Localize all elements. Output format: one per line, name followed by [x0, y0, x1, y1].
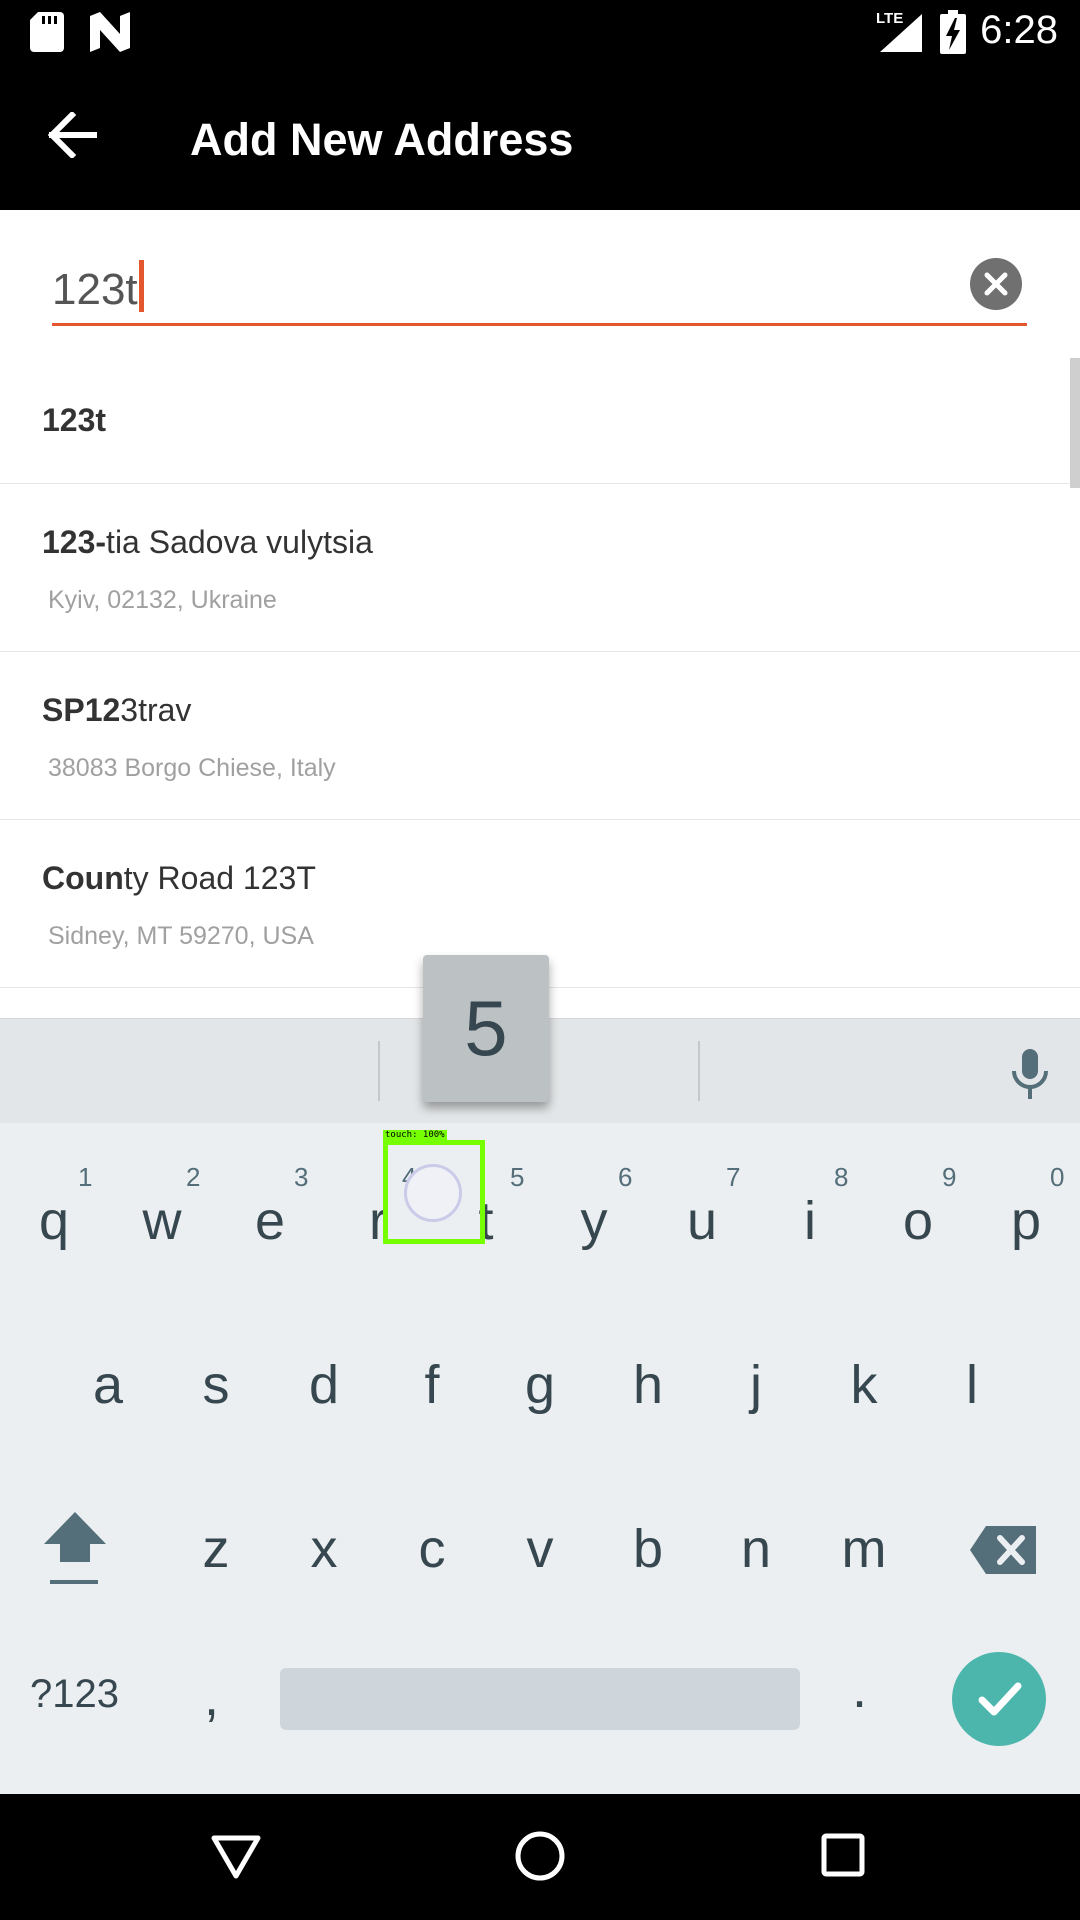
- sd-card-icon: [30, 12, 64, 52]
- search-input-value: 123t: [52, 265, 138, 314]
- key-m[interactable]: m: [824, 1518, 904, 1580]
- key-f[interactable]: f: [392, 1354, 472, 1416]
- key-n[interactable]: n: [716, 1518, 796, 1580]
- key-hint-0: 0: [1050, 1162, 1065, 1192]
- key-q[interactable]: q: [14, 1190, 94, 1252]
- comma-key[interactable]: ,: [204, 1666, 219, 1728]
- key-i[interactable]: i: [770, 1190, 850, 1252]
- touch-label: touch: 100%: [383, 1130, 447, 1142]
- arrow-left-icon[interactable]: [48, 112, 98, 158]
- key-o[interactable]: o: [878, 1190, 958, 1252]
- key-row-1: q w e r t y u i o p 1 2 3 4 5 6 7 8 9 0: [0, 1130, 1080, 1290]
- shift-key[interactable]: [34, 1506, 116, 1586]
- suggestion-primary: 123-tia Sadova vulytsia: [42, 524, 373, 560]
- key-k[interactable]: k: [824, 1354, 904, 1416]
- page-title: Add New Address: [190, 114, 574, 165]
- suggestion-row[interactable]: SP123trav 38083 Borgo Chiese, Italy: [0, 652, 1080, 820]
- clear-circle-icon: [984, 272, 1008, 296]
- suggestion-secondary: Kyiv, 02132, Ukraine: [48, 586, 277, 614]
- checkmark-icon: [978, 1682, 1022, 1716]
- n-logo-icon: [90, 12, 130, 52]
- suggestion-divider: [378, 1041, 380, 1101]
- back-triangle-icon[interactable]: [210, 1834, 262, 1880]
- suggestion-primary: 123t: [42, 402, 107, 438]
- key-hint-9: 9: [942, 1162, 957, 1192]
- key-h[interactable]: h: [608, 1354, 688, 1416]
- status-bar: LTE 6:28: [0, 0, 1080, 64]
- key-l[interactable]: l: [932, 1354, 1012, 1416]
- key-v[interactable]: v: [500, 1518, 580, 1580]
- app-bar: Add New Address: [0, 64, 1080, 210]
- suggestion-secondary: 38083 Borgo Chiese, Italy: [48, 754, 336, 782]
- key-u[interactable]: u: [662, 1190, 742, 1252]
- key-hint-1: 1: [78, 1162, 93, 1192]
- list-scrollbar[interactable]: [1070, 358, 1080, 488]
- key-a[interactable]: a: [68, 1354, 148, 1416]
- suggestion-divider: [698, 1041, 700, 1101]
- search-underline: [52, 323, 1027, 326]
- home-circle-icon[interactable]: [514, 1830, 566, 1882]
- key-e[interactable]: e: [230, 1190, 310, 1252]
- key-row-2: a s d f g h j k l: [0, 1290, 1080, 1454]
- key-hint-6: 6: [618, 1162, 633, 1192]
- suggestion-primary: SP123trav: [42, 692, 192, 728]
- key-g[interactable]: g: [500, 1354, 580, 1416]
- suggestion-primary: County Road 123T: [42, 860, 316, 896]
- key-row-3: z x c v b n m: [0, 1454, 1080, 1618]
- backspace-icon: [970, 1526, 1036, 1574]
- enter-button[interactable]: [952, 1652, 1046, 1746]
- key-s[interactable]: s: [176, 1354, 256, 1416]
- key-d[interactable]: d: [284, 1354, 364, 1416]
- key-b[interactable]: b: [608, 1518, 688, 1580]
- key-p[interactable]: p: [986, 1190, 1066, 1252]
- key-hint-3: 3: [294, 1162, 309, 1192]
- clear-search-button[interactable]: [970, 258, 1022, 310]
- suggestion-row[interactable]: 123t: [0, 350, 1080, 484]
- navigation-bar: [0, 1794, 1080, 1920]
- backspace-key[interactable]: [970, 1522, 1040, 1578]
- space-bar[interactable]: [280, 1668, 800, 1730]
- key-hint-7: 7: [726, 1162, 741, 1192]
- touch-highlight-box: [383, 1140, 485, 1244]
- key-x[interactable]: x: [284, 1518, 364, 1580]
- key-j[interactable]: j: [716, 1354, 796, 1416]
- text-caret: [138, 260, 144, 312]
- key-hint-8: 8: [834, 1162, 849, 1192]
- search-section: 123t: [0, 210, 1080, 350]
- suggestion-row[interactable]: 123-tia Sadova vulytsia Kyiv, 02132, Ukr…: [0, 484, 1080, 652]
- key-preview-popup: 5: [423, 955, 549, 1102]
- shift-arrow-icon: [44, 1512, 106, 1584]
- soft-keyboard: q w e r t y u i o p 1 2 3 4 5 6 7 8 9 0 …: [0, 1018, 1080, 1794]
- key-y[interactable]: y: [554, 1190, 634, 1252]
- address-search-input[interactable]: 123t: [52, 260, 144, 315]
- recents-square-icon[interactable]: [820, 1832, 866, 1878]
- symbols-key[interactable]: ?123: [30, 1672, 119, 1717]
- address-suggestion-list: 123t 123-tia Sadova vulytsia Kyiv, 02132…: [0, 350, 1080, 988]
- key-z[interactable]: z: [176, 1518, 256, 1580]
- key-hint-5: 5: [510, 1162, 525, 1192]
- suggestion-secondary: Sidney, MT 59270, USA: [48, 922, 314, 950]
- key-w[interactable]: w: [122, 1190, 202, 1252]
- microphone-icon[interactable]: [1010, 1049, 1050, 1101]
- battery-charging-icon: [940, 10, 966, 54]
- key-c[interactable]: c: [392, 1518, 472, 1580]
- signal-icon: [880, 14, 922, 52]
- period-key[interactable]: .: [852, 1658, 867, 1720]
- key-hint-2: 2: [186, 1162, 201, 1192]
- status-time: 6:28: [980, 8, 1058, 52]
